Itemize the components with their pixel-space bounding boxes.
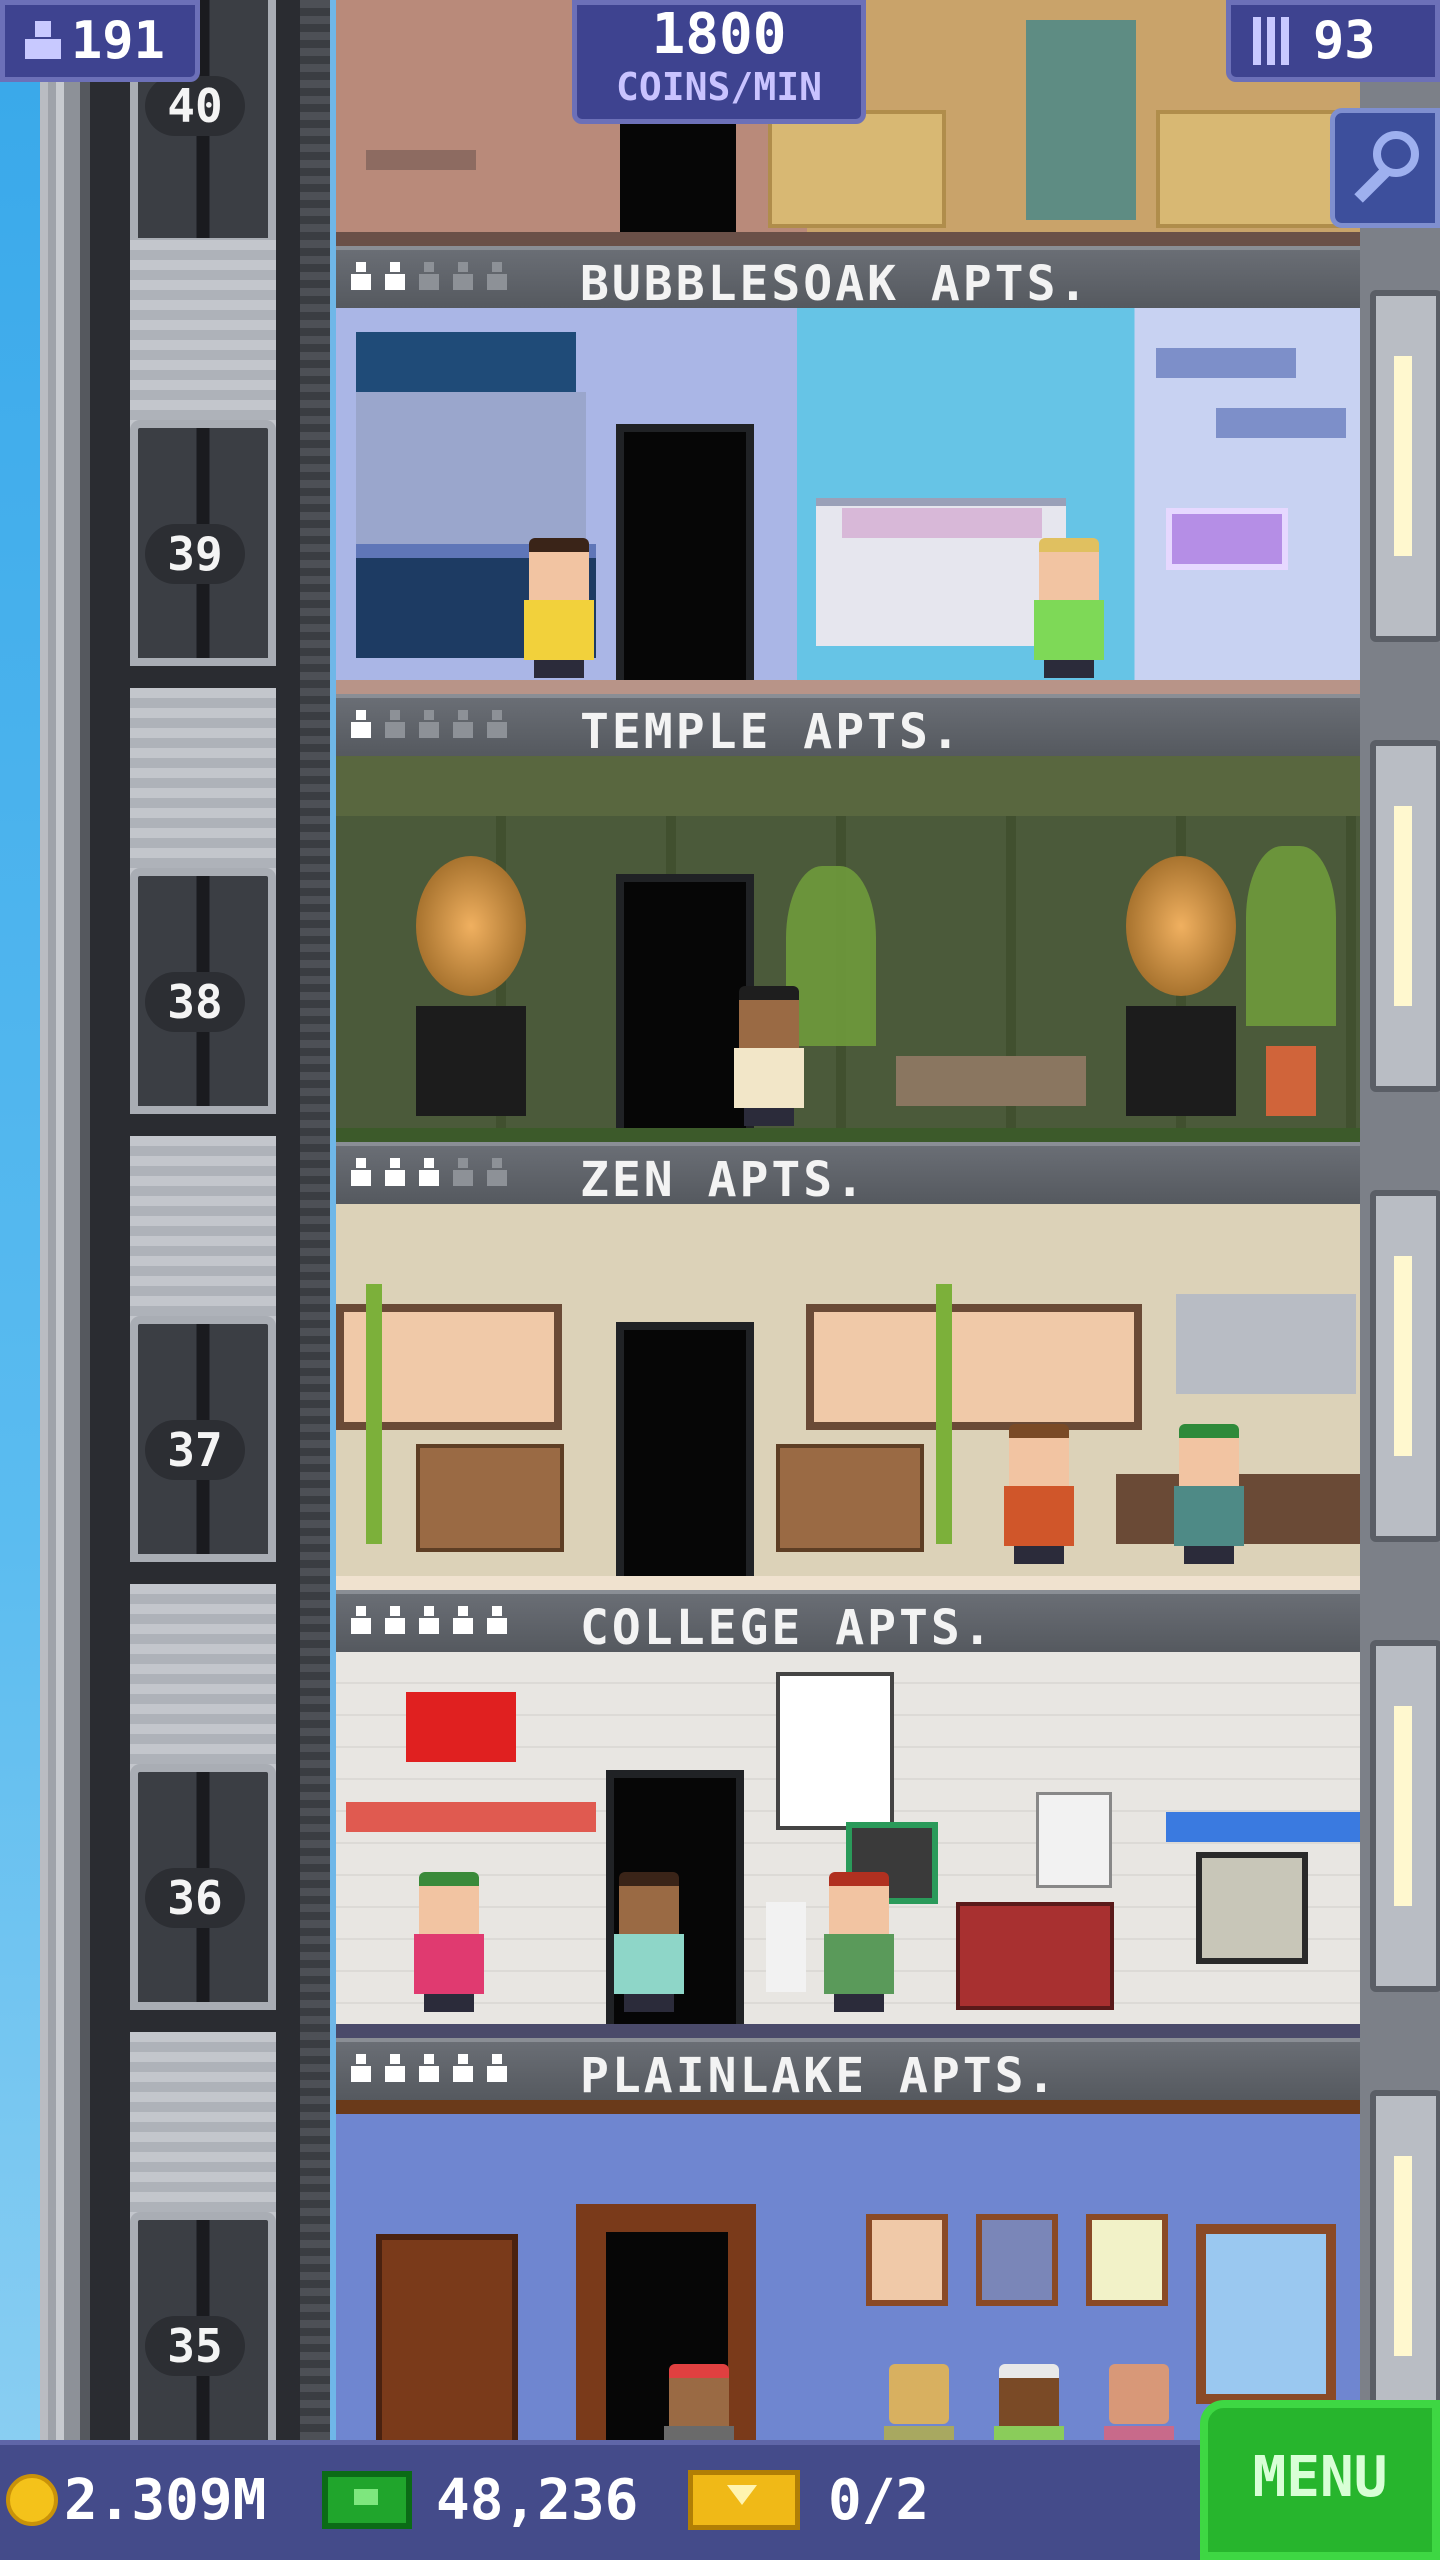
floor-header: BUBBLESOAK APTS. <box>336 246 1360 312</box>
floor-number-39: 39 <box>145 524 245 584</box>
coins-value: 2.309M <box>64 2467 267 2533</box>
floor-college[interactable]: COLLEGE APTS. <box>336 1590 1360 2038</box>
elevator-rail <box>300 0 330 2440</box>
floor-name: PLAINLAKE APTS. <box>580 2048 1059 2104</box>
tickets-value: 0/2 <box>828 2467 930 2533</box>
coins-per-minute-display[interactable]: 1800 COINS/MIN <box>572 0 866 124</box>
floor-header: PLAINLAKE APTS. <box>336 2038 1360 2104</box>
population-counter[interactable]: 191 <box>0 0 200 82</box>
floor-zen[interactable]: ZEN APTS. <box>336 1142 1360 1590</box>
building-icon <box>1253 17 1295 65</box>
floor-number-36: 36 <box>145 1868 245 1928</box>
floor-bubblesoak[interactable]: BUBBLESOAK APTS. <box>336 246 1360 694</box>
coin-icon <box>6 2474 58 2526</box>
floor-count-value: 93 <box>1313 11 1376 71</box>
floor-name: ZEN APTS. <box>580 1152 868 1208</box>
occupancy-indicator <box>348 262 510 292</box>
occupancy-indicator <box>348 710 510 740</box>
coins-per-minute-unit: COINS/MIN <box>616 65 822 109</box>
bux-value: 48,236 <box>436 2467 639 2533</box>
coins-balance[interactable]: 2.309M <box>6 2450 266 2550</box>
elevator-gap <box>130 1584 276 1784</box>
floor-number-37: 37 <box>145 1420 245 1480</box>
floor-plainlake[interactable]: PLAINLAKE APTS. <box>336 2038 1360 2440</box>
coins-per-minute-value: 1800 <box>651 2 787 67</box>
zoom-button[interactable] <box>1330 108 1440 228</box>
floor-header: COLLEGE APTS. <box>336 1590 1360 1656</box>
population-value: 191 <box>71 11 165 71</box>
elevator-gap <box>130 2032 276 2232</box>
elevator-gap <box>130 240 276 440</box>
floor-header: TEMPLE APTS. <box>336 694 1360 760</box>
floor-number-40: 40 <box>145 76 245 136</box>
occupancy-indicator <box>348 1606 510 1636</box>
floor-name: COLLEGE APTS. <box>580 1600 995 1656</box>
elevator-gap <box>130 1136 276 1336</box>
elevator-gap <box>130 688 276 888</box>
floor-header: ZEN APTS. <box>336 1142 1360 1208</box>
floor-name: TEMPLE APTS. <box>580 704 963 760</box>
floor-number-35: 35 <box>145 2316 245 2376</box>
bux-balance[interactable]: 48,236 <box>322 2450 638 2550</box>
floor-number-38: 38 <box>145 972 245 1032</box>
occupancy-indicator <box>348 2054 510 2084</box>
building-exterior <box>40 0 80 2560</box>
menu-button[interactable]: MENU <box>1200 2400 1440 2560</box>
floor-name: BUBBLESOAK APTS. <box>580 256 1091 312</box>
ticket-icon <box>688 2470 800 2530</box>
occupancy-indicator <box>348 1158 510 1188</box>
floor-temple[interactable]: TEMPLE APTS. <box>336 694 1360 1142</box>
right-wall <box>1360 0 1440 2442</box>
bux-icon <box>322 2471 412 2529</box>
floor-count-display[interactable]: 93 <box>1226 0 1440 82</box>
sky-background <box>0 0 40 2560</box>
vip-tickets[interactable]: 0/2 <box>688 2450 929 2550</box>
person-icon <box>25 21 61 61</box>
